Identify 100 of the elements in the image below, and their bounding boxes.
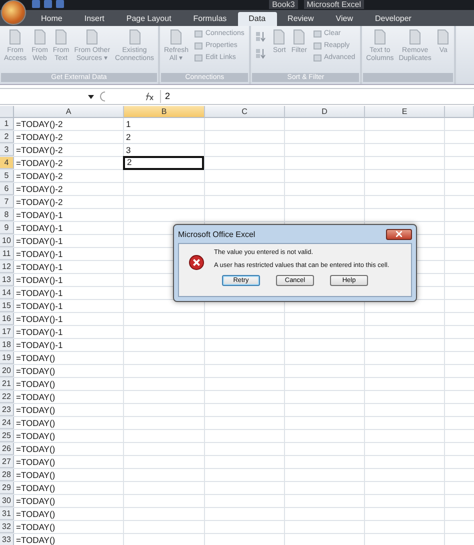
document-icon xyxy=(169,29,184,45)
select-all-corner[interactable] xyxy=(0,106,14,118)
close-button[interactable] xyxy=(386,228,412,240)
row-header[interactable]: 9 xyxy=(0,222,14,234)
row-header[interactable]: 27 xyxy=(0,456,14,468)
row-header[interactable]: 25 xyxy=(0,430,14,442)
table-cell-text: =TODAY() xyxy=(15,521,56,533)
window-title: Microsoft Excel xyxy=(304,0,364,9)
document-title: Book3 xyxy=(269,0,298,9)
row-header[interactable]: 1 xyxy=(0,118,14,130)
document-icon xyxy=(8,29,22,45)
table-cell-text: =TODAY()-2 xyxy=(15,170,64,182)
row-header[interactable]: 32 xyxy=(0,521,14,533)
column-header[interactable]: B xyxy=(124,106,205,118)
row-header[interactable]: 4 xyxy=(0,157,14,169)
row-header[interactable]: 3 xyxy=(0,144,14,156)
column-header[interactable]: D xyxy=(285,106,365,118)
row-header[interactable]: 12 xyxy=(0,261,14,273)
row-header[interactable]: 31 xyxy=(0,508,14,520)
document-icon xyxy=(272,29,286,45)
column-header[interactable]: C xyxy=(205,106,285,118)
error-icon xyxy=(189,255,204,270)
row-header[interactable]: 11 xyxy=(0,248,14,260)
document-icon xyxy=(54,29,68,45)
table-cell-text: =TODAY() xyxy=(15,469,56,481)
document-icon xyxy=(128,29,142,45)
row-header[interactable]: 13 xyxy=(0,274,14,286)
row-header[interactable]: 15 xyxy=(0,300,14,312)
table-cell-text: 2 xyxy=(125,131,132,143)
table-cell-text: =TODAY() xyxy=(15,430,56,442)
table-cell-text: 1 xyxy=(125,118,132,130)
table-cell-text: =TODAY()-1 xyxy=(15,222,64,234)
document-icon xyxy=(292,29,306,45)
row-header[interactable]: 21 xyxy=(0,378,14,390)
row-header[interactable]: 14 xyxy=(0,287,14,299)
row-header[interactable]: 5 xyxy=(0,170,14,182)
table-cell-text: =TODAY()-1 xyxy=(15,326,64,338)
table-cell-text: =TODAY()-1 xyxy=(15,209,64,221)
column-header[interactable]: A xyxy=(14,106,124,118)
sort-icon[interactable] xyxy=(255,31,268,42)
table-cell-text: =TODAY()-2 xyxy=(15,157,64,169)
row-header[interactable]: 23 xyxy=(0,404,14,416)
table-cell-text: =TODAY() xyxy=(15,508,56,520)
table-cell-text: =TODAY()-1 xyxy=(15,261,64,273)
row-header[interactable]: 26 xyxy=(0,443,14,455)
caret-icon xyxy=(88,94,94,98)
table-cell-text: 3 xyxy=(125,144,132,156)
row-header[interactable]: 33 xyxy=(0,534,14,545)
row-header[interactable]: 17 xyxy=(0,326,14,338)
row-header[interactable]: 24 xyxy=(0,417,14,429)
row-header[interactable]: 28 xyxy=(0,469,14,481)
row-header[interactable]: 2 xyxy=(0,131,14,143)
ribbon-tab[interactable]: Insert xyxy=(73,12,116,26)
row-header[interactable]: 19 xyxy=(0,352,14,364)
table-cell-text: =TODAY() xyxy=(15,391,56,403)
row-header[interactable]: 22 xyxy=(0,391,14,403)
document-icon xyxy=(372,29,387,45)
ribbon-tab[interactable]: Developer xyxy=(364,12,422,26)
dialog-title: Microsoft Office Excel xyxy=(178,230,256,238)
row-header[interactable]: 7 xyxy=(0,196,14,208)
document-icon xyxy=(436,29,450,45)
table-cell-text: =TODAY()-1 xyxy=(15,287,64,299)
table-cell-text: =TODAY() xyxy=(15,352,56,364)
table-cell-text: =TODAY()-1 xyxy=(15,274,64,286)
ribbon-tab[interactable]: Home xyxy=(30,12,74,26)
row-header[interactable]: 6 xyxy=(0,183,14,195)
document-icon xyxy=(85,29,100,45)
ribbon-tab[interactable]: View xyxy=(324,12,364,26)
row-header[interactable]: 10 xyxy=(0,235,14,247)
column-header[interactable]: E xyxy=(365,106,445,118)
table-cell-text: =TODAY()-1 xyxy=(15,339,64,351)
ribbon-tab[interactable]: Formulas xyxy=(182,12,238,26)
table-cell-text: =TODAY()-1 xyxy=(15,248,64,260)
table-cell-text: =TODAY() xyxy=(15,443,56,455)
ribbon-tab[interactable]: Review xyxy=(276,12,325,26)
table-cell-text: =TODAY()-2 xyxy=(15,118,64,130)
column-header[interactable] xyxy=(445,106,474,118)
row-header[interactable]: 16 xyxy=(0,313,14,325)
table-cell-text: =TODAY() xyxy=(15,404,56,416)
table-cell-text: =TODAY() xyxy=(15,495,56,507)
table-cell-text: =TODAY()-2 xyxy=(15,196,64,208)
ribbon-tab[interactable]: Data xyxy=(238,12,277,26)
table-cell-text: =TODAY() xyxy=(15,456,56,468)
table-cell-text: =TODAY()-1 xyxy=(15,313,64,325)
document-icon xyxy=(408,29,422,45)
table-cell-text: =TODAY()-2 xyxy=(15,183,64,195)
function-icon[interactable] xyxy=(144,92,154,101)
formula-field[interactable]: 2 xyxy=(160,90,474,103)
table-cell-text: =TODAY()-2 xyxy=(15,144,64,156)
table-cell-text: =TODAY()-2 xyxy=(15,131,64,143)
ribbon-tab[interactable]: Page Layout xyxy=(115,12,182,26)
row-header[interactable]: 18 xyxy=(0,339,14,351)
row-header[interactable]: 20 xyxy=(0,365,14,377)
row-header[interactable]: 30 xyxy=(0,495,14,507)
row-header[interactable]: 29 xyxy=(0,482,14,494)
row-header[interactable]: 8 xyxy=(0,209,14,221)
table-cell-text: =TODAY() xyxy=(15,482,56,494)
table-cell-text: =TODAY() xyxy=(15,534,56,545)
table-cell-text: =TODAY() xyxy=(15,417,56,429)
sort-icon[interactable] xyxy=(255,48,268,59)
